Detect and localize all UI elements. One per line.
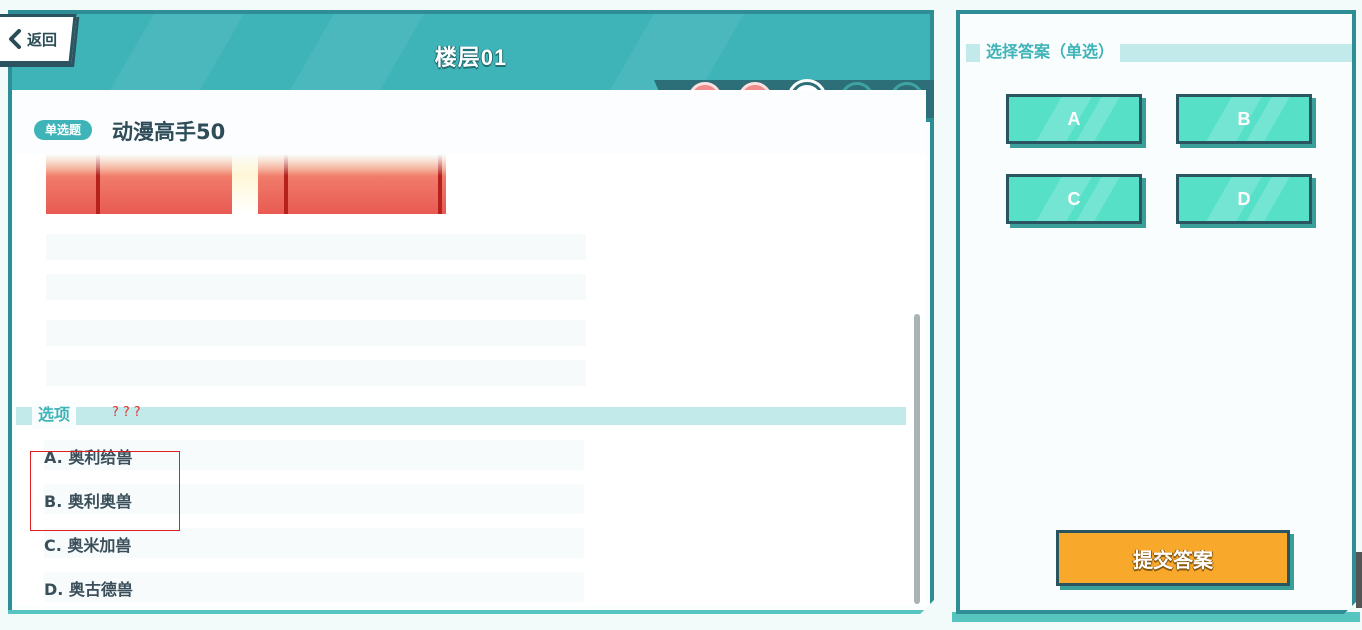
submit-answer-button[interactable]: 提交答案 (1056, 530, 1290, 586)
option-d: D. 奥古德兽 (44, 580, 133, 599)
window-edge (1356, 552, 1362, 608)
quiz-screen: 楼层01 1 ✕ 2 ✕ 3 4 5 单选题 动漫高手50 (0, 0, 1362, 630)
option-c: C. 奥米加兽 (44, 536, 132, 555)
scrollbar-thumb[interactable] (914, 314, 920, 604)
question-title: 动漫高手50 (112, 120, 226, 144)
options-annotation: ??? (112, 405, 145, 420)
answer-section-header: 选择答案（单选） (966, 44, 1352, 62)
answer-choice-c[interactable]: C (1006, 174, 1142, 224)
answer-choice-a[interactable]: A (1006, 94, 1142, 144)
answer-panel: 选择答案（单选） A B C D 提交答案 (956, 10, 1356, 614)
chevron-left-icon (7, 29, 23, 49)
level-title: 楼层01 (434, 45, 508, 70)
question-panel: 楼层01 1 ✕ 2 ✕ 3 4 5 单选题 动漫高手50 (8, 10, 934, 614)
question-content: 选项 ??? A. 奥利给兽 B. 奥利奥兽 C. 奥米加兽 D. 奥古德兽 (16, 154, 926, 606)
answer-label: 选择答案（单选） (980, 38, 1120, 66)
answer-choice-b[interactable]: B (1176, 94, 1312, 144)
question-header: 单选题 动漫高手50 (16, 90, 926, 154)
back-label: 返回 (26, 30, 57, 49)
scrollbar[interactable] (914, 314, 920, 604)
header-bar: 楼层01 (12, 14, 930, 90)
back-button[interactable]: 返回 (0, 14, 77, 64)
options-label: 选项 (32, 401, 76, 429)
options-section-header: 选项 ??? (16, 407, 906, 425)
question-type-badge: 单选题 (34, 120, 92, 140)
question-image (46, 154, 446, 214)
answer-choice-d[interactable]: D (1176, 174, 1312, 224)
highlight-box (30, 451, 180, 531)
